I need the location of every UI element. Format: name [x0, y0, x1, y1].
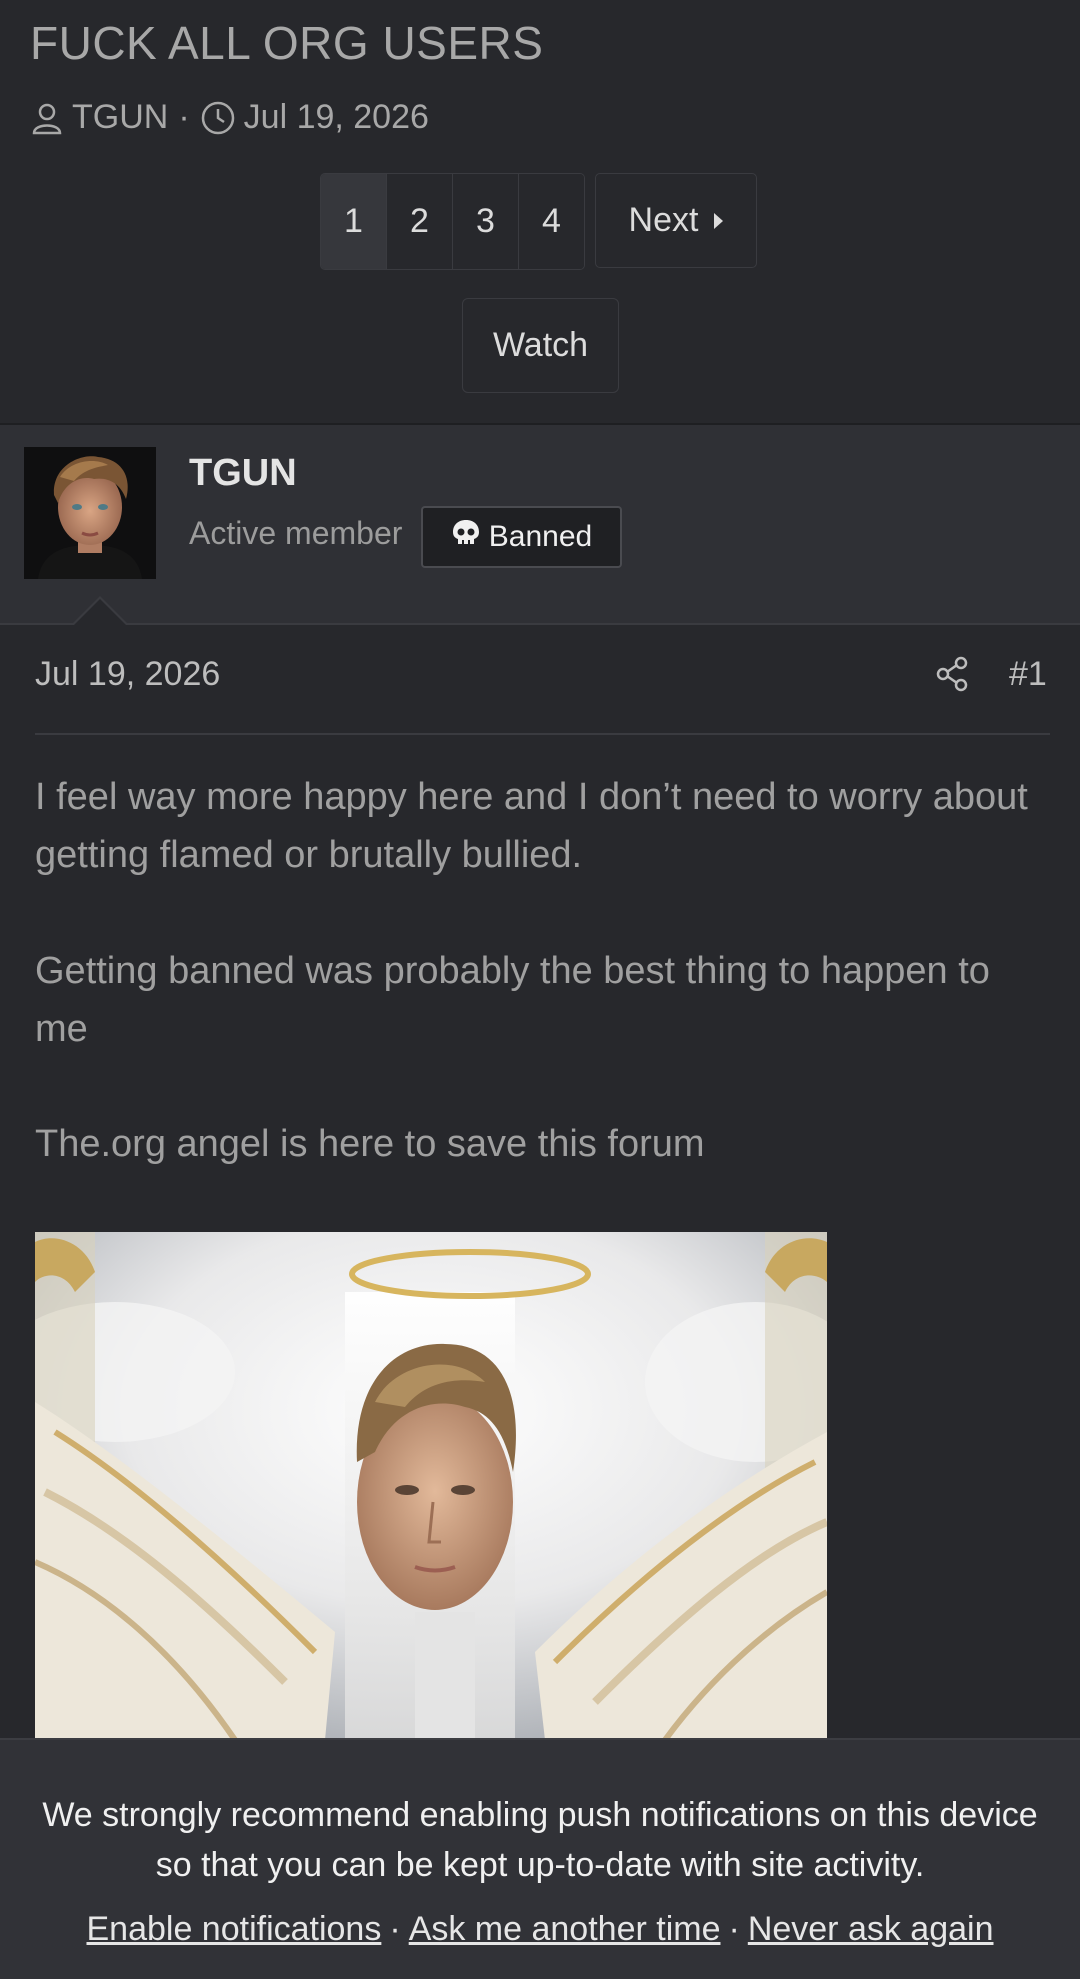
- page-3-link[interactable]: 3: [453, 174, 519, 269]
- meta-separator: ·: [178, 98, 190, 136]
- thread-author[interactable]: TGUN: [72, 98, 168, 137]
- pagination: 1 2 3 4 Next: [320, 173, 757, 270]
- post-user-bar: TGUN Active member Banned: [0, 425, 1080, 625]
- post-username[interactable]: TGUN: [189, 452, 297, 495]
- push-message: We strongly recommend enabling push noti…: [42, 1796, 1038, 1884]
- enable-notifications-link[interactable]: Enable notifications: [86, 1910, 381, 1948]
- share-icon[interactable]: [935, 656, 969, 697]
- page-4-link[interactable]: 4: [519, 174, 584, 269]
- post-paragraph-3: The.org angel is here to save this forum: [35, 1123, 705, 1165]
- clock-icon: [200, 100, 236, 136]
- post-number[interactable]: #1: [1009, 655, 1047, 694]
- thread-title: FUCK ALL ORG USERS: [30, 17, 544, 69]
- post-paragraph-2: Getting banned was probably the best thi…: [35, 950, 990, 1050]
- post-date[interactable]: Jul 19, 2026: [35, 655, 220, 694]
- post-paragraph-1: I feel way more happy here and I don’t n…: [35, 776, 1028, 876]
- link-separator: ·: [728, 1910, 740, 1948]
- user-title: Active member: [189, 515, 403, 551]
- link-separator: ·: [389, 1910, 401, 1948]
- next-arrow-icon: [714, 212, 724, 229]
- badge-label: Banned: [488, 520, 593, 553]
- avatar[interactable]: [24, 447, 156, 579]
- page-1-link[interactable]: 1: [321, 174, 387, 269]
- angel-image[interactable]: [35, 1232, 827, 1740]
- page-numbers: 1 2 3 4: [320, 173, 585, 270]
- push-actions: Enable notifications · Ask me another time…: [0, 1910, 1080, 1949]
- skull-icon: [451, 518, 489, 556]
- thread-header: FUCK ALL ORG USERS TGUN · Jul 19, 2026 1…: [0, 0, 1080, 425]
- ask-later-link[interactable]: Ask me another time: [409, 1910, 721, 1948]
- thread-meta: TGUN · Jul 19, 2026: [30, 98, 429, 137]
- post-pointer-fill: [74, 599, 126, 625]
- watch-button[interactable]: Watch: [462, 298, 619, 393]
- next-label: Next: [628, 201, 699, 239]
- user-icon: [30, 101, 64, 135]
- post-divider: [35, 733, 1050, 735]
- page-2-link[interactable]: 2: [387, 174, 453, 269]
- banned-badge: Banned: [421, 506, 622, 568]
- thread-date[interactable]: Jul 19, 2026: [244, 98, 429, 137]
- never-ask-link[interactable]: Never ask again: [748, 1910, 994, 1948]
- next-page-button[interactable]: Next: [595, 173, 757, 268]
- push-notification-banner: We strongly recommend enabling push noti…: [0, 1738, 1080, 1979]
